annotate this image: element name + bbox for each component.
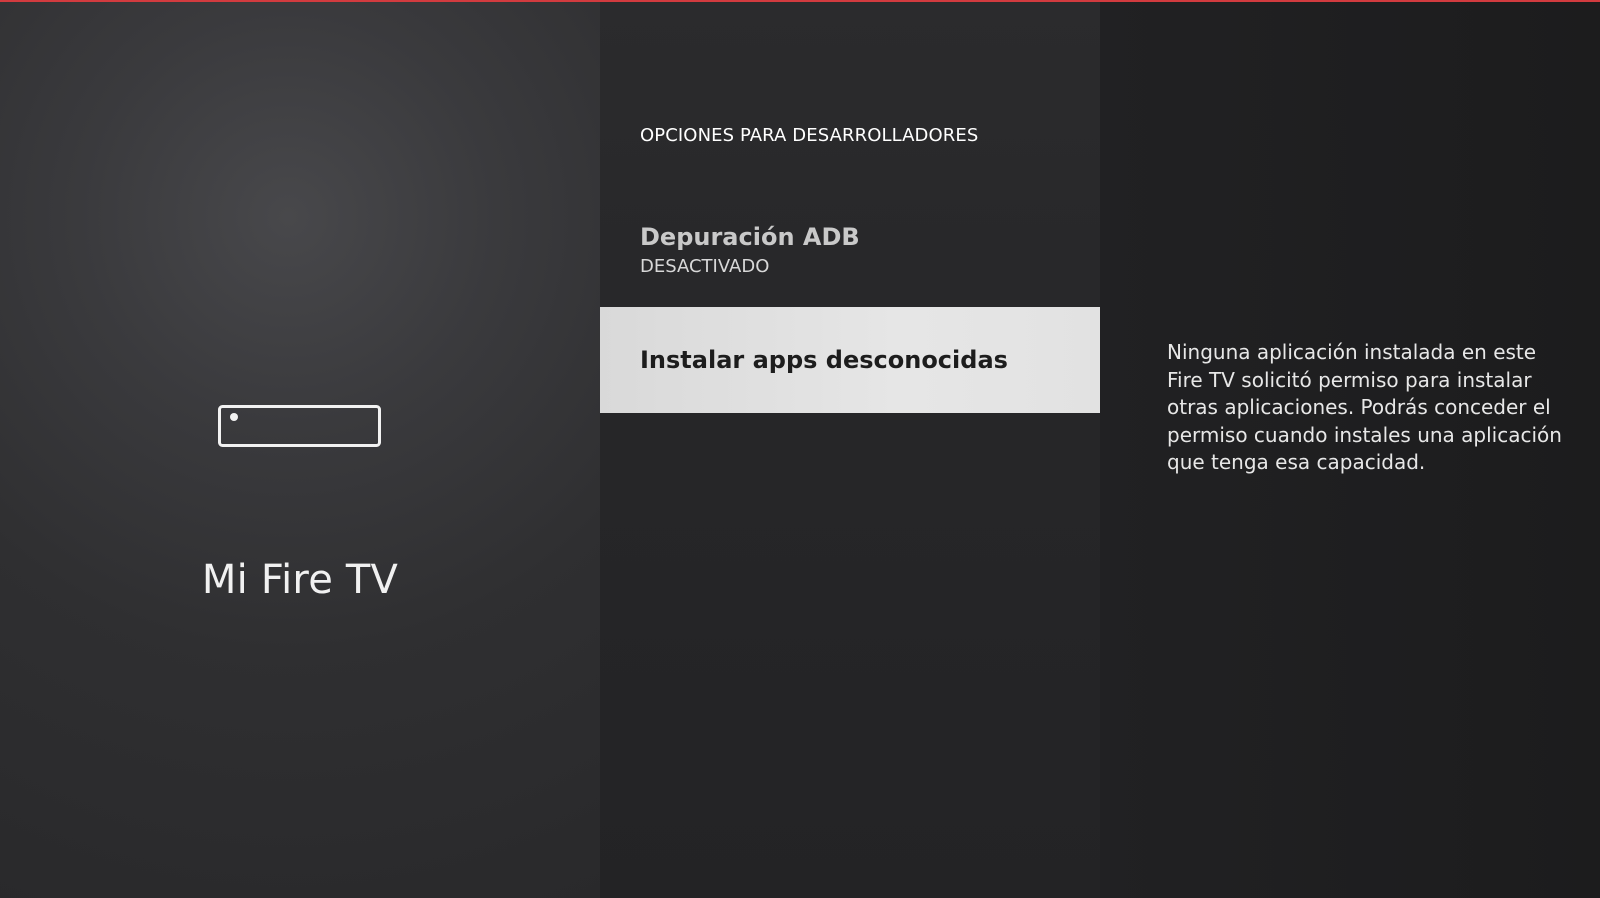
adb-debugging-status: DESACTIVADO <box>640 256 770 277</box>
developer-options-panel: OPCIONES PARA DESARROLLADORES Depuración… <box>600 2 1100 898</box>
fire-tv-settings-screen: Mi Fire TV OPCIONES PARA DESARROLLADORES… <box>0 0 1600 898</box>
fire-tv-device-icon <box>218 405 381 447</box>
help-panel: Ninguna aplicación instalada en este Fir… <box>1100 2 1600 898</box>
section-title: OPCIONES PARA DESARROLLADORES <box>640 125 979 146</box>
install-unknown-apps-label: Instalar apps desconocidas <box>640 346 1008 374</box>
adb-debugging-label: Depuración ADB <box>640 223 860 251</box>
install-unknown-apps-setting[interactable]: Instalar apps desconocidas <box>600 307 1100 413</box>
help-description: Ninguna aplicación instalada en este Fir… <box>1167 340 1562 474</box>
device-name: Mi Fire TV <box>201 557 399 603</box>
adb-debugging-setting[interactable]: Depuración ADB DESACTIVADO <box>600 222 1100 302</box>
device-panel: Mi Fire TV <box>0 2 600 898</box>
